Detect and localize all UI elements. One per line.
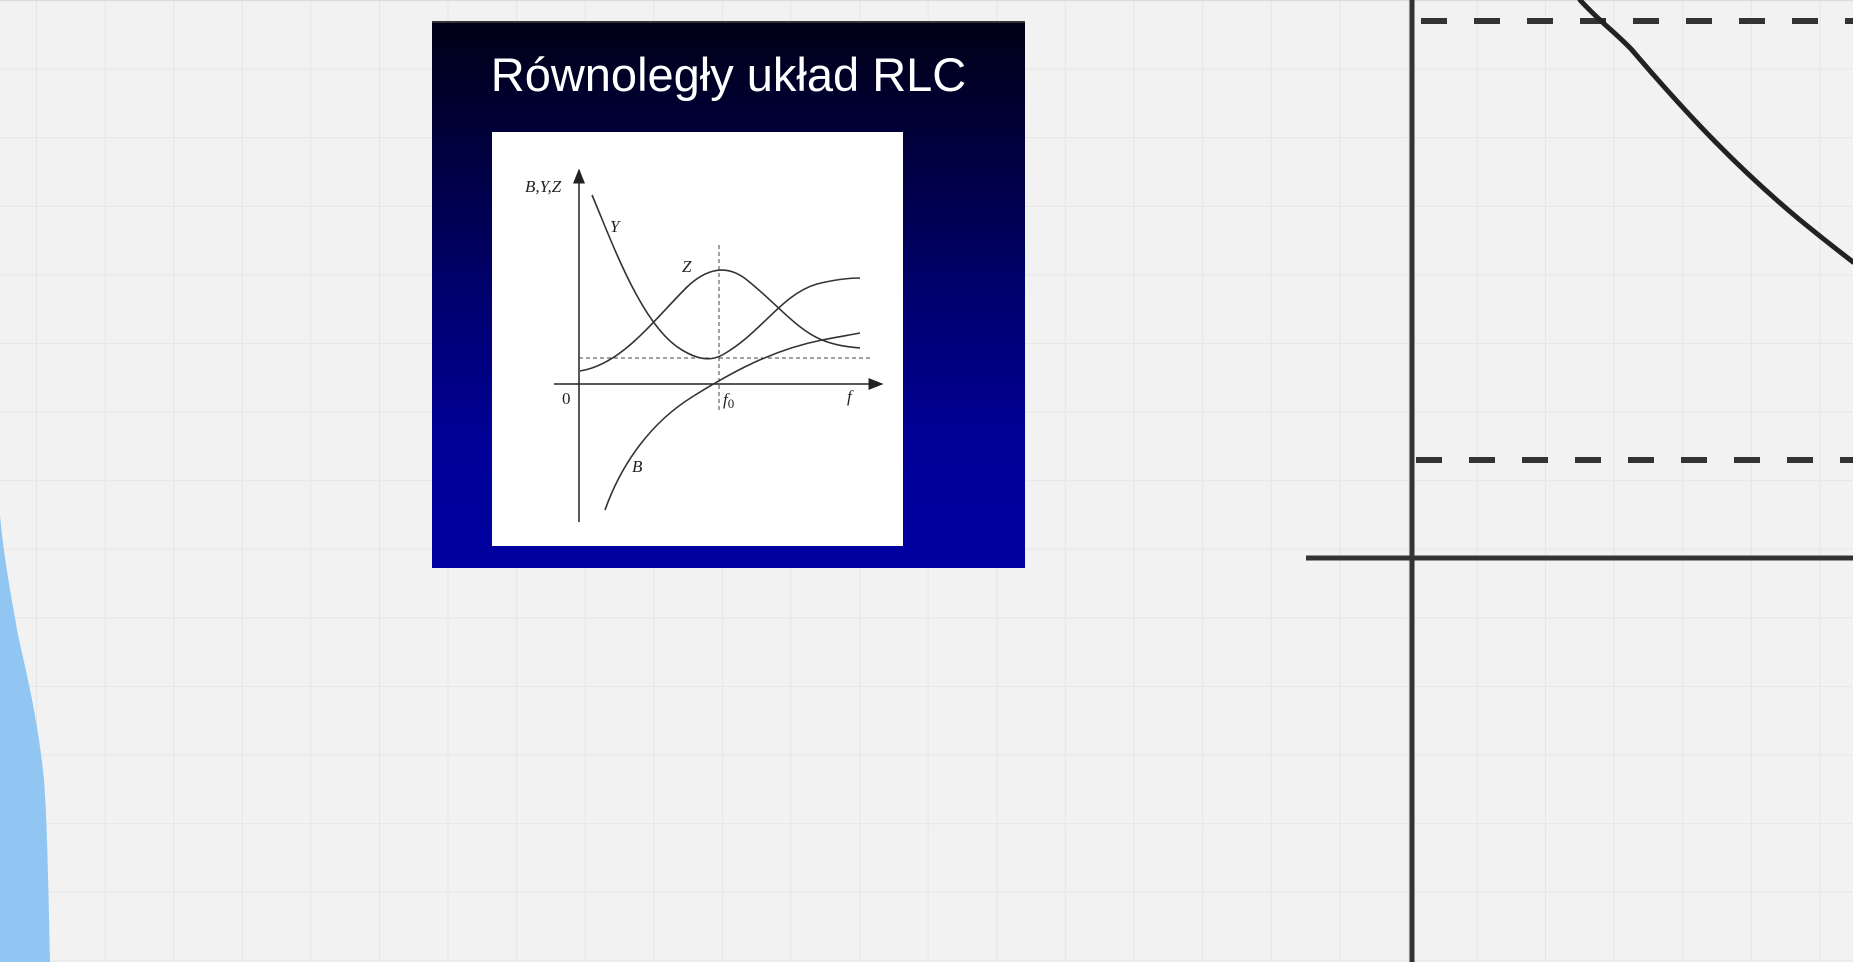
diagram-decay-curve bbox=[1577, 0, 1853, 265]
freehand-diagram[interactable] bbox=[0, 0, 1853, 962]
